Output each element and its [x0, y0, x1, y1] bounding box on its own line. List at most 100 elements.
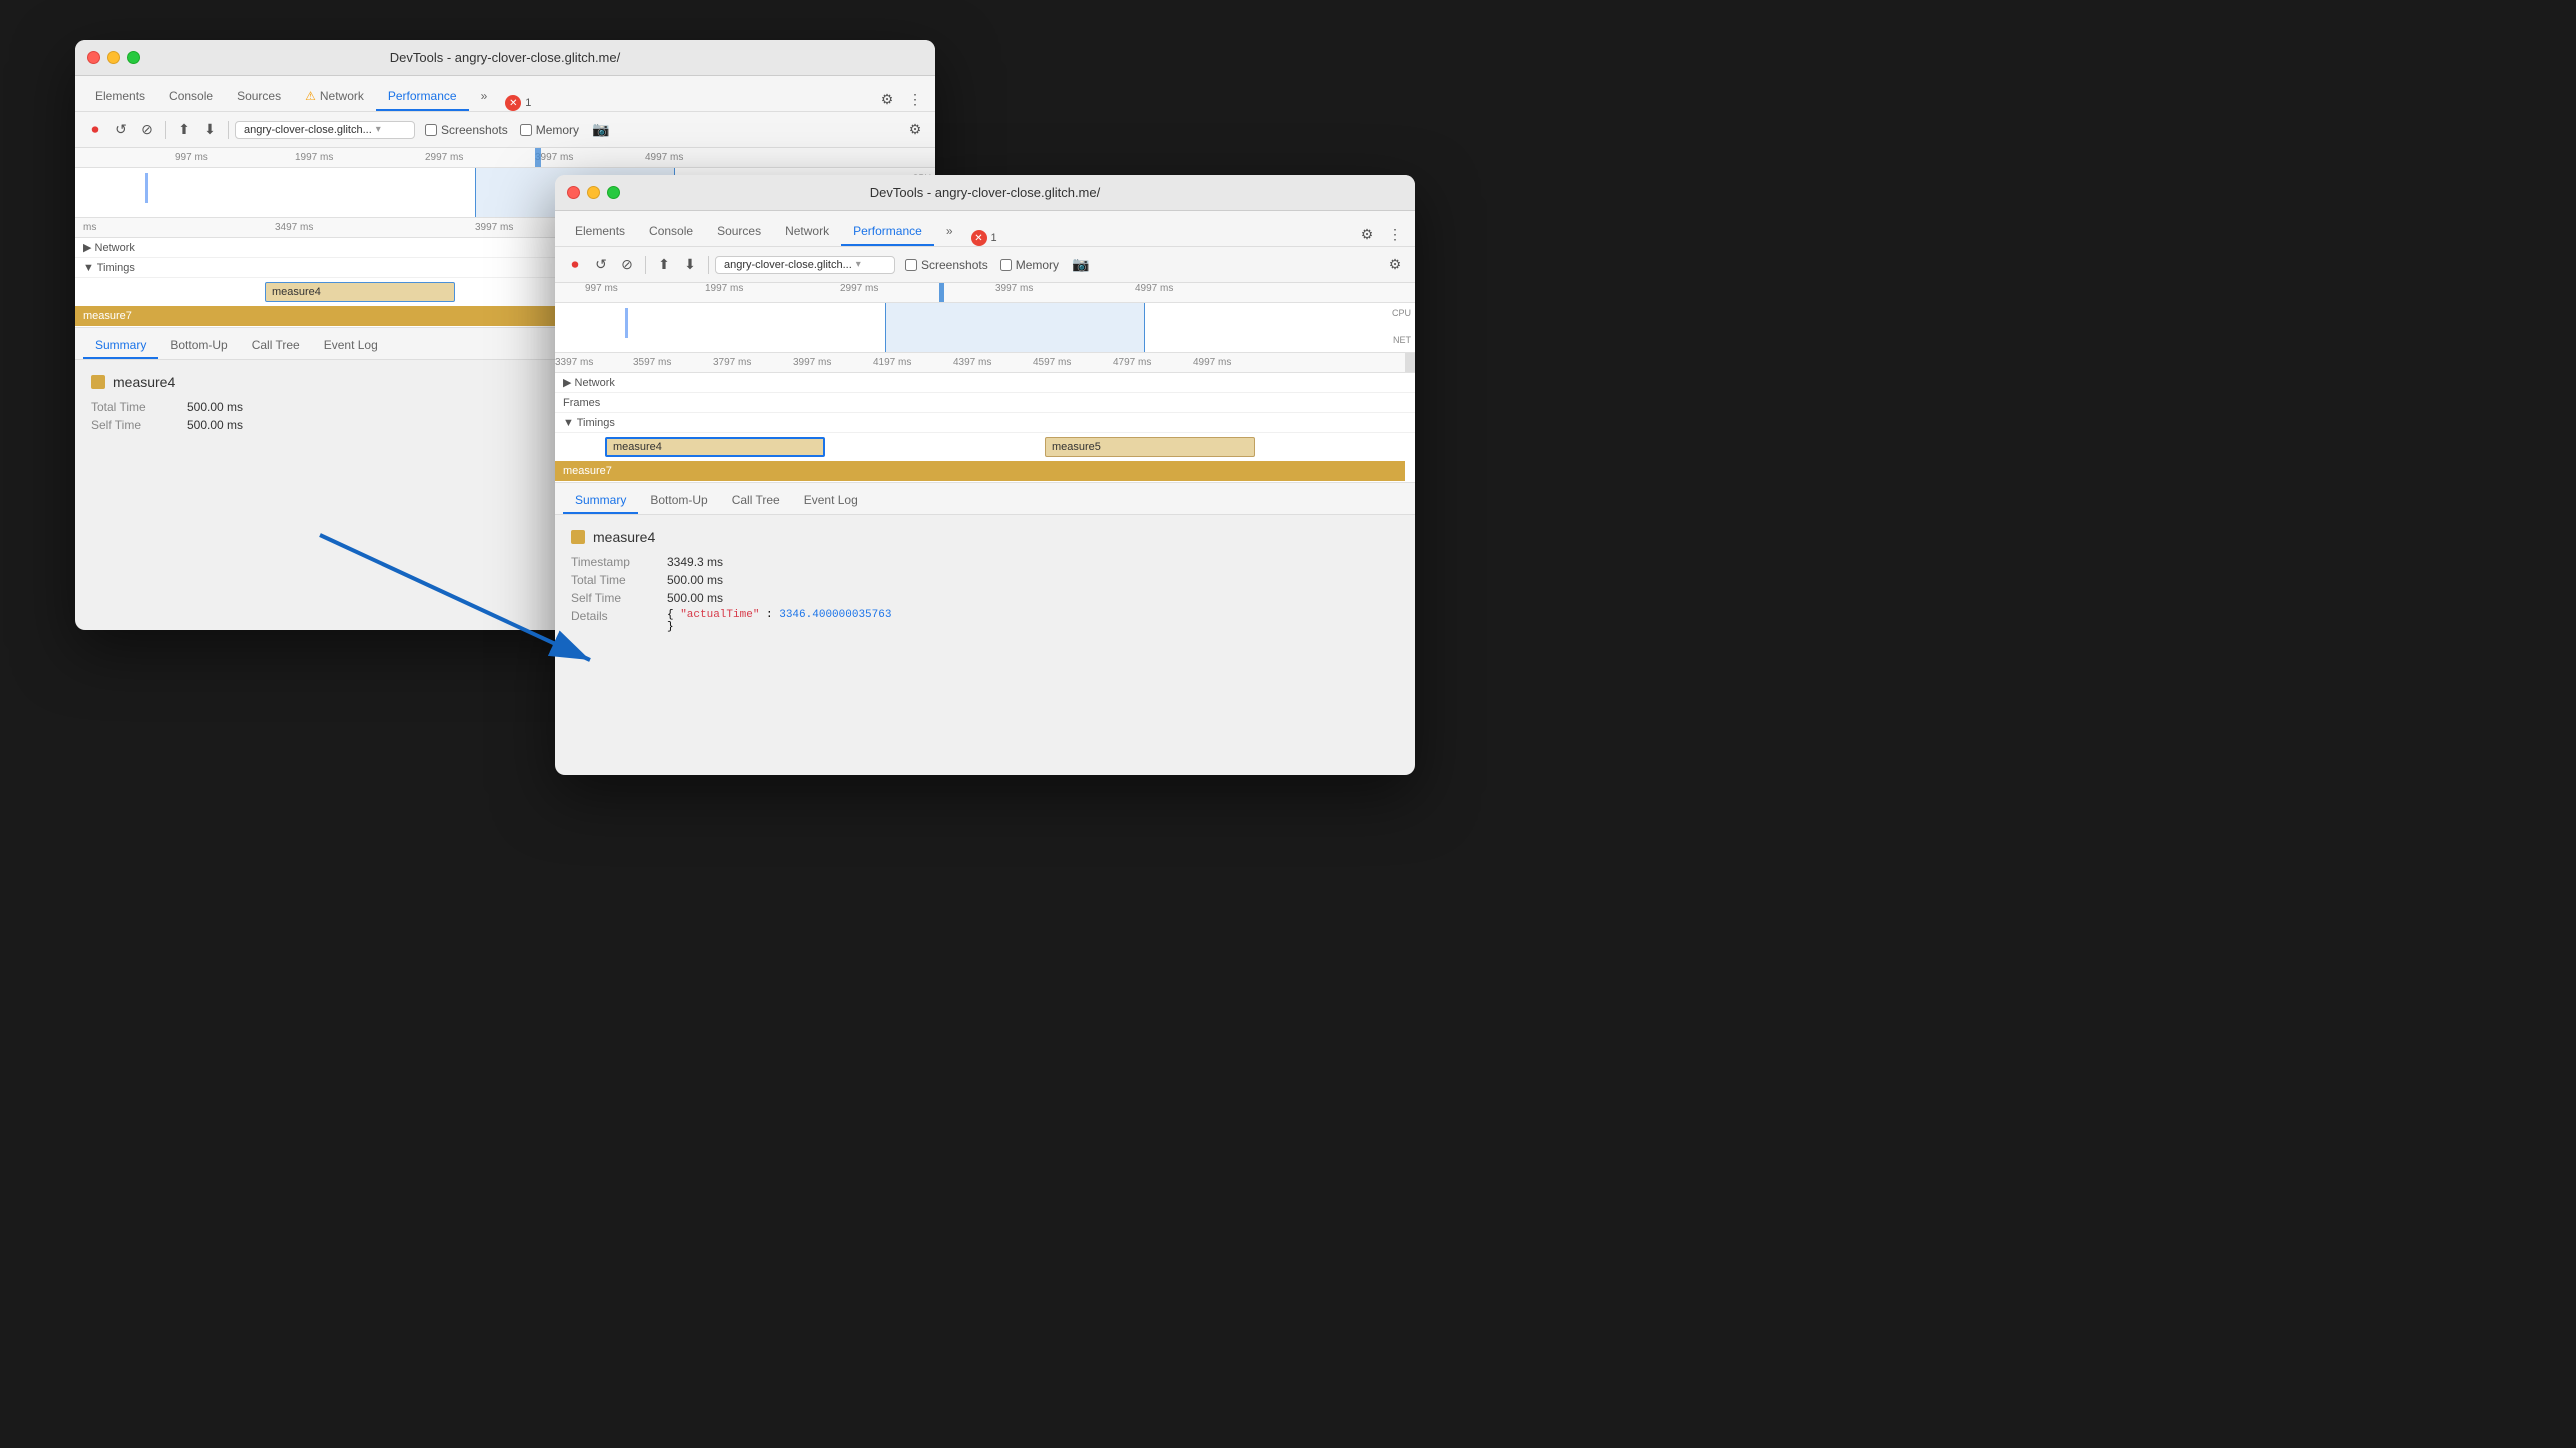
download-button-1[interactable]: ⬇	[198, 118, 222, 142]
track-frames-label-2: Frames	[563, 397, 600, 409]
tab-network-label-1: Network	[320, 89, 364, 103]
maximize-button-2[interactable]	[607, 186, 620, 199]
details-colon-span: :	[766, 609, 779, 621]
bottom-tabs-2: Summary Bottom-Up Call Tree Event Log	[555, 483, 1415, 515]
tab-summary-1[interactable]: Summary	[83, 333, 158, 359]
ruler-tick-2997: 2997 ms	[425, 152, 463, 163]
error-badge-2: ✕	[971, 230, 987, 246]
dr-3397: 3397 ms	[555, 357, 593, 368]
tab-network-1[interactable]: ⚠ Network	[293, 83, 376, 111]
timeline-ruler-top-2: 997 ms 1997 ms 2997 ms 3997 ms 4997 ms	[555, 283, 1415, 303]
memory-input-1[interactable]	[520, 124, 532, 136]
measure4-label-2: measure4	[613, 441, 662, 453]
tab-console-2[interactable]: Console	[637, 218, 705, 246]
tab-eventlog-1[interactable]: Event Log	[312, 333, 390, 359]
upload-button-1[interactable]: ⬆	[172, 118, 196, 142]
memory-input-2[interactable]	[1000, 259, 1012, 271]
tab-performance-1[interactable]: Performance	[376, 83, 469, 111]
url-dropdown-icon-1: ▾	[376, 124, 381, 135]
cpu-spike-2	[625, 308, 628, 338]
ruler-tick-997: 997 ms	[175, 152, 208, 163]
screenshots-input-2[interactable]	[905, 259, 917, 271]
r2-2997: 2997 ms	[840, 283, 878, 294]
url-bar-2[interactable]: angry-clover-close.glitch... ▾	[715, 256, 895, 274]
tab-more-1[interactable]: »	[469, 83, 500, 111]
traffic-lights-2	[567, 186, 620, 199]
tab-calltree-2[interactable]: Call Tree	[720, 488, 792, 514]
close-button-2[interactable]	[567, 186, 580, 199]
timings-bars-2: measure4 measure5 measure7	[555, 433, 1415, 483]
settings-toolbar-icon-2[interactable]: ⚙	[1383, 253, 1407, 277]
screenshots-checkbox-1[interactable]: Screenshots	[425, 123, 508, 137]
measure4-bar-1[interactable]: measure4	[265, 282, 455, 302]
minimize-button-2[interactable]	[587, 186, 600, 199]
tab-performance-2[interactable]: Performance	[841, 218, 934, 246]
net-label-2: NET	[1393, 335, 1411, 345]
capture-icon-2[interactable]: 📷	[1069, 253, 1093, 277]
measure5-bar-2[interactable]: measure5	[1045, 437, 1255, 457]
timeline-ruler-1: 997 ms 1997 ms 2997 ms 3997 ms 4997 ms	[75, 148, 935, 168]
tab-network-2[interactable]: Network	[773, 218, 841, 246]
download-button-2[interactable]: ⬇	[678, 253, 702, 277]
more-icon-2[interactable]: ⋮	[1383, 222, 1407, 246]
memory-checkbox-2[interactable]: Memory	[1000, 258, 1059, 272]
tab-bottomup-1[interactable]: Bottom-Up	[158, 333, 239, 359]
capture-icon-1[interactable]: 📷	[589, 118, 613, 142]
ruler-tick-4997: 4997 ms	[645, 152, 683, 163]
reload-button-2[interactable]: ↺	[589, 253, 613, 277]
timestamp-value: 3349.3 ms	[667, 555, 723, 569]
track-timings-header-2[interactable]: ▼ Timings	[555, 413, 1415, 433]
track-network-2[interactable]: ▶ Network	[555, 373, 1415, 393]
divider-3	[645, 256, 646, 274]
divider-2	[228, 121, 229, 139]
record-button-1[interactable]: ⏺	[83, 118, 107, 142]
url-dropdown-icon-2: ▾	[856, 259, 861, 270]
settings-toolbar-icon-1[interactable]: ⚙	[903, 118, 927, 142]
window-title-2: DevTools - angry-clover-close.glitch.me/	[870, 185, 1100, 200]
tab-calltree-1[interactable]: Call Tree	[240, 333, 312, 359]
self-time-value-2: 500.00 ms	[667, 591, 723, 605]
tab-elements-1[interactable]: Elements	[83, 83, 157, 111]
track-network-label: ▶ Network	[83, 241, 135, 254]
clear-button-2[interactable]: ⊘	[615, 253, 639, 277]
memory-checkbox-1[interactable]: Memory	[520, 123, 579, 137]
tab-sources-1[interactable]: Sources	[225, 83, 293, 111]
minimize-button-1[interactable]	[107, 51, 120, 64]
measure4-bar-2[interactable]: measure4	[605, 437, 825, 457]
clear-button-1[interactable]: ⊘	[135, 118, 159, 142]
cpu-spike	[145, 173, 148, 203]
summary-panel-2: measure4 Timestamp 3349.3 ms Total Time …	[555, 515, 1415, 647]
track-frames-2[interactable]: Frames	[555, 393, 1415, 413]
devtools-window-2: DevTools - angry-clover-close.glitch.me/…	[555, 175, 1415, 775]
screenshots-checkbox-2[interactable]: Screenshots	[905, 258, 988, 272]
tab-sources-2[interactable]: Sources	[705, 218, 773, 246]
screenshots-input-1[interactable]	[425, 124, 437, 136]
record-button-2[interactable]: ⏺	[563, 253, 587, 277]
url-bar-1[interactable]: angry-clover-close.glitch... ▾	[235, 121, 415, 139]
settings-icon-1[interactable]: ⚙	[875, 87, 899, 111]
more-icon-1[interactable]: ⋮	[903, 87, 927, 111]
reload-button-1[interactable]: ↺	[109, 118, 133, 142]
settings-icon-2[interactable]: ⚙	[1355, 222, 1379, 246]
scrollbar-2[interactable]	[1405, 353, 1415, 372]
tab-console-1[interactable]: Console	[157, 83, 225, 111]
tracks-area-2: ▶ Network Frames ▼ Timings measure4 meas…	[555, 373, 1415, 483]
measure7-bar-2[interactable]: measure7	[555, 461, 1405, 481]
timeline-cursor-2	[939, 283, 944, 302]
selection-region-2	[885, 303, 1145, 352]
timeline-overview-2[interactable]: CPU NET	[555, 303, 1415, 353]
maximize-button-1[interactable]	[127, 51, 140, 64]
tab-bottomup-2[interactable]: Bottom-Up	[638, 488, 719, 514]
dr-3997: 3997 ms	[793, 357, 831, 368]
summary-title-2: measure4	[571, 529, 1399, 545]
summary-row-self-2: Self Time 500.00 ms	[571, 591, 1399, 605]
warning-icon: ⚠	[305, 89, 316, 103]
tab-eventlog-2[interactable]: Event Log	[792, 488, 870, 514]
tab-summary-2[interactable]: Summary	[563, 488, 638, 514]
tab-elements-2[interactable]: Elements	[563, 218, 637, 246]
brace-close: }	[667, 621, 674, 633]
tab-more-2[interactable]: »	[934, 218, 965, 246]
close-button-1[interactable]	[87, 51, 100, 64]
upload-button-2[interactable]: ⬆	[652, 253, 676, 277]
dr-4397: 4397 ms	[953, 357, 991, 368]
